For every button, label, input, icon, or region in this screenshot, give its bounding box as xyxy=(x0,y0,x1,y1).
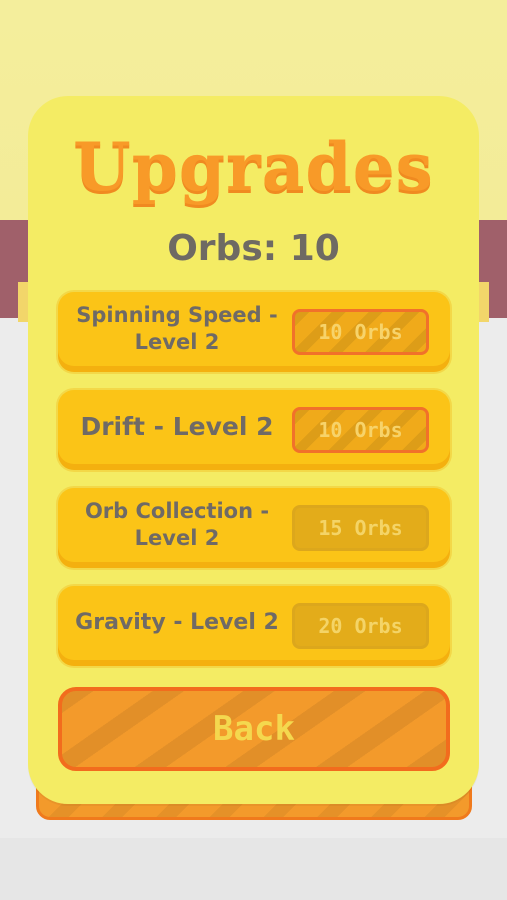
upgrade-label: Gravity - Level 2 xyxy=(75,609,279,635)
upgrade-label: Orb Collection - Level 2 xyxy=(84,498,270,550)
upgrade-row-orb-collection: Orb Collection - Level 2 15 Orbs xyxy=(58,488,450,568)
buy-orb-collection-button[interactable]: 15 Orbs xyxy=(292,505,429,551)
buy-drift-button[interactable]: 10 Orbs xyxy=(292,407,429,453)
upgrade-row-gravity: Gravity - Level 2 20 Orbs xyxy=(58,586,450,666)
upgrade-row-spinning-speed: Spinning Speed - Level 2 10 Orbs xyxy=(58,292,450,372)
screen-title: Upgrades xyxy=(73,128,434,206)
buy-spinning-speed-button[interactable]: 10 Orbs xyxy=(292,309,429,355)
orbs-counter: Orbs: 10 xyxy=(167,228,340,269)
upgrade-row-drift: Drift - Level 2 10 Orbs xyxy=(58,390,450,470)
back-button[interactable]: Back xyxy=(58,687,450,771)
background-floor-bottom xyxy=(0,838,507,900)
upgrade-label: Spinning Speed - Level 2 xyxy=(76,302,278,354)
buy-gravity-button[interactable]: 20 Orbs xyxy=(292,603,429,649)
upgrade-label: Drift - Level 2 xyxy=(80,411,274,441)
